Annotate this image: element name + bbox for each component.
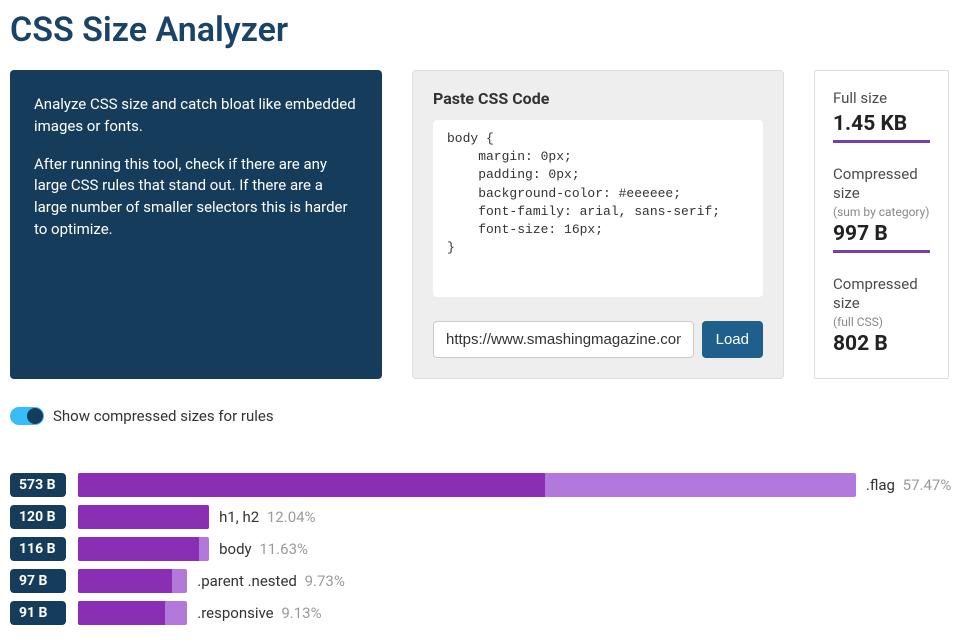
rule-bar-fill	[78, 537, 199, 561]
rule-selector: h1, h2 12.04%	[219, 508, 315, 526]
rule-selector: .flag 57.47%	[866, 476, 951, 494]
compressed-toggle[interactable]	[10, 407, 44, 425]
url-input[interactable]	[433, 321, 694, 358]
rule-bar-fill	[78, 569, 172, 593]
rule-percent: 9.73%	[301, 572, 345, 590]
rule-row: 573 B .flag 57.47%	[10, 473, 952, 497]
paste-panel: Paste CSS Code body { margin: 0px; paddi…	[412, 70, 784, 379]
rule-percent: 12.04%	[263, 508, 315, 526]
css-code-input[interactable]: body { margin: 0px; padding: 0px; backgr…	[433, 120, 763, 297]
rule-size-badge: 120 B	[10, 505, 66, 529]
rule-selector: body 11.63%	[219, 540, 308, 558]
stat-block: Compressed size(sum by category) 997 B	[833, 165, 930, 253]
load-button[interactable]: Load	[702, 321, 763, 358]
paste-title: Paste CSS Code	[433, 89, 763, 108]
rule-size-badge: 116 B	[10, 537, 66, 561]
rule-bar-area: .parent .nested 9.73%	[78, 569, 952, 593]
rule-bar-area: .flag 57.47%	[78, 473, 952, 497]
rule-bar-fill	[78, 505, 209, 529]
rules-list: 573 B .flag 57.47% 120 B h1, h2 12.04% 116 B…	[10, 473, 952, 625]
url-row: Load	[433, 321, 763, 358]
toggle-row: Show compressed sizes for rules	[10, 407, 952, 425]
stat-block: Compressed size(full CSS) 802 B	[833, 275, 930, 360]
rule-bar-fill	[78, 601, 165, 625]
stat-label: Compressed size	[833, 165, 930, 204]
stat-label: Full size	[833, 89, 930, 109]
rule-selector: .responsive 9.13%	[197, 604, 321, 622]
stat-value: 1.45 KB	[833, 112, 930, 143]
info-text-1: Analyze CSS size and catch bloat like em…	[34, 94, 358, 138]
info-panel: Analyze CSS size and catch bloat like em…	[10, 70, 382, 379]
rule-percent: 57.47%	[899, 476, 951, 494]
rule-bar-area: .responsive 9.13%	[78, 601, 952, 625]
stat-value: 997 B	[833, 222, 930, 253]
toggle-label: Show compressed sizes for rules	[53, 407, 274, 425]
rule-row: 120 B h1, h2 12.04%	[10, 505, 952, 529]
top-row: Analyze CSS size and catch bloat like em…	[10, 70, 952, 379]
rule-bar	[78, 601, 187, 625]
rule-row: 97 B .parent .nested 9.73%	[10, 569, 952, 593]
rule-bar-area: body 11.63%	[78, 537, 952, 561]
rule-size-badge: 97 B	[10, 569, 66, 593]
stat-value: 802 B	[833, 332, 930, 360]
rule-row: 91 B .responsive 9.13%	[10, 601, 952, 625]
rule-size-badge: 573 B	[10, 473, 66, 497]
rule-percent: 9.13%	[278, 604, 322, 622]
rule-bar-fill	[78, 473, 545, 497]
rule-bar-area: h1, h2 12.04%	[78, 505, 952, 529]
stats-panel: Full size1.45 KBCompressed size(sum by c…	[814, 70, 949, 379]
stat-block: Full size 1.45 KB	[833, 89, 930, 143]
info-text-2: After running this tool, check if there …	[34, 154, 358, 241]
rule-row: 116 B body 11.63%	[10, 537, 952, 561]
rule-size-badge: 91 B	[10, 601, 66, 625]
rule-percent: 11.63%	[256, 540, 308, 558]
rule-bar	[78, 569, 187, 593]
stat-sublabel: (full CSS)	[833, 315, 930, 329]
rule-bar	[78, 505, 209, 529]
stat-label: Compressed size	[833, 275, 930, 314]
rule-selector: .parent .nested 9.73%	[197, 572, 345, 590]
stat-sublabel: (sum by category)	[833, 205, 930, 219]
rule-bar	[78, 473, 856, 497]
rule-bar	[78, 537, 209, 561]
page-title: CSS Size Analyzer	[10, 10, 952, 50]
